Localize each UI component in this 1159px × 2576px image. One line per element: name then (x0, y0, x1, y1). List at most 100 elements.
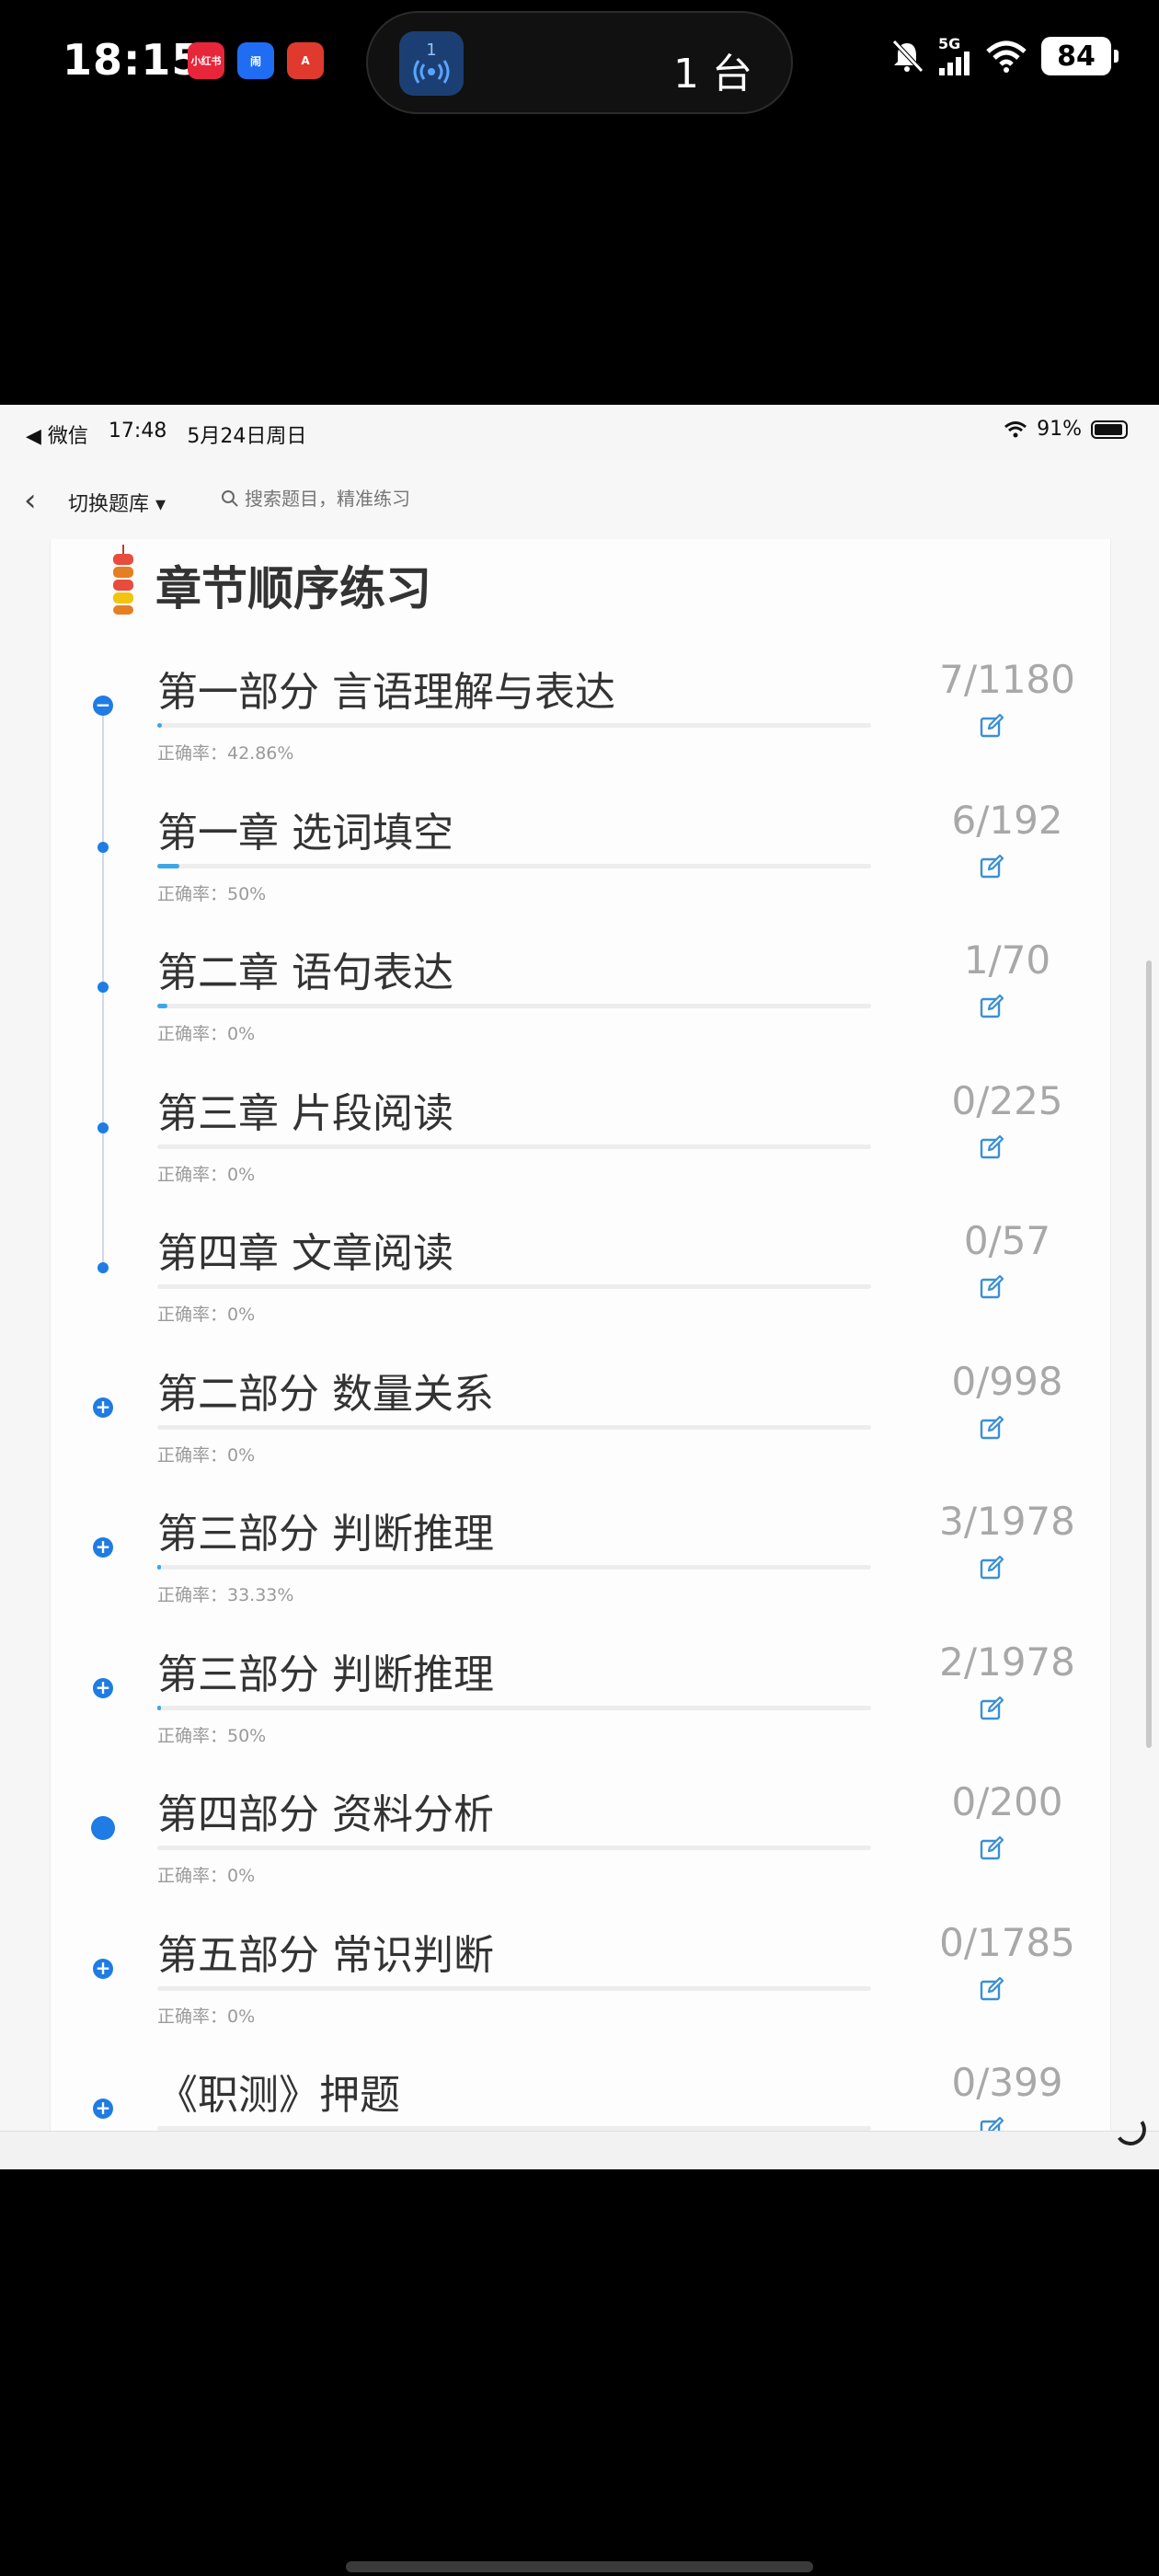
chapter-row[interactable]: 第四部分 资料分析 正确率：0% 0/200 (51, 1770, 1110, 1910)
network-type-label: 5G (938, 35, 961, 52)
inner-battery-icon (1091, 420, 1128, 439)
search-input[interactable] (245, 488, 484, 510)
edit-icon[interactable] (978, 712, 1005, 740)
accuracy-label: 正确率：0% (157, 1305, 256, 1325)
chapter-title[interactable]: 第二章 语句表达 (157, 939, 453, 998)
expand-icon[interactable]: + (93, 1397, 113, 1418)
chapter-row[interactable]: + 第五部分 常识判断 正确率：0% 0/1785 (51, 1911, 1110, 2051)
inner-battery-text: 91% (1037, 418, 1082, 441)
phone-status-bar: 18:15 小红书 闹 A 1 1 台 5G 84 (0, 0, 1159, 129)
edit-icon[interactable] (978, 1273, 1005, 1301)
accuracy-label: 正确率：42.86% (157, 743, 294, 764)
edit-icon[interactable] (978, 1975, 1005, 2003)
section-title: 章节顺序练习 (155, 562, 431, 615)
chapter-title[interactable]: 第四章 文章阅读 (157, 1220, 453, 1279)
chapter-row[interactable]: + 第二部分 数量关系正确率：0% 0/998 (51, 1350, 1110, 1489)
chapter-title[interactable]: 第三章 片段阅读 (157, 1080, 453, 1139)
a-app-icon: A (287, 42, 324, 79)
collapse-icon[interactable]: − (93, 696, 113, 716)
question-count: 6/192 (951, 797, 1063, 843)
node-dot-icon (98, 1262, 109, 1273)
mute-bell-icon (892, 40, 924, 73)
signal-bars-icon (939, 52, 970, 75)
question-count: 7/1180 (939, 657, 1075, 702)
chapter-title[interactable]: 第一章 选词填空 (157, 799, 453, 858)
node-dot-icon (98, 982, 109, 993)
progress-fill (157, 863, 180, 868)
progress-bar (157, 1284, 871, 1289)
search-box[interactable] (221, 488, 484, 510)
question-count: 1/70 (963, 937, 1051, 983)
node-dot-icon[interactable] (91, 1816, 115, 1840)
chapter-title[interactable]: 第二部分 数量关系 (157, 1361, 494, 1420)
accuracy-label: 正确率：33.33% (157, 1585, 294, 1605)
chapter-row[interactable]: 第一章 选词填空正确率：50% 6/192 (51, 788, 1110, 928)
expand-icon[interactable]: + (93, 1677, 113, 1698)
edit-icon[interactable] (978, 1695, 1005, 1722)
home-indicator[interactable] (346, 2561, 813, 2572)
progress-fill (157, 723, 162, 728)
search-icon (222, 490, 238, 507)
accuracy-label: 正确率：0% (157, 1444, 256, 1466)
chapter-title[interactable]: 第三部分 判断推理 (157, 1501, 494, 1559)
accuracy-label: 正确率：50% (157, 1725, 267, 1746)
xiaohongshu-app-icon: 小红书 (188, 42, 224, 79)
edit-icon[interactable] (978, 993, 1005, 1020)
chapter-row[interactable]: + 第三部分 判断推理 正确率：33.33% 3/1978 (51, 1489, 1110, 1629)
progress-fill (157, 1004, 167, 1008)
question-count: 2/1978 (939, 1639, 1075, 1685)
chapter-title[interactable]: 第三部分 判断推理 (157, 1641, 494, 1700)
chapter-practice-card: 章节顺序练习 − 第一部分 言语理解与表达正确率：42.86% 7/1180 第一章 … (50, 539, 1111, 2169)
chapter-row[interactable]: − 第一部分 言语理解与表达正确率：42.86% 7/1180 (51, 648, 1110, 788)
accuracy-label: 正确率：0% (157, 1164, 256, 1185)
switch-bank-dropdown[interactable]: 切换题库 ▾ (68, 488, 166, 517)
accuracy-label: 正确率：50% (157, 883, 267, 904)
dynamic-island[interactable]: 1 1 台 (366, 11, 793, 114)
island-device-count: 1 台 (673, 51, 752, 98)
question-count: 0/399 (951, 2060, 1063, 2105)
alarm-app-icon: 闹 (237, 42, 274, 79)
progress-bar (157, 1565, 871, 1570)
back-icon[interactable]: ‹ (24, 482, 37, 519)
progress-bar (157, 1846, 871, 1850)
node-dot-icon (98, 841, 109, 853)
expand-icon[interactable]: + (93, 2099, 113, 2119)
progress-bar (157, 723, 871, 728)
progress-bar (157, 1004, 871, 1008)
edit-icon[interactable] (978, 1133, 1005, 1161)
chapter-row[interactable]: 第四章 文章阅读 正确率：0% 0/57 (51, 1209, 1110, 1349)
chapter-row[interactable]: 第二章 语句表达 正确率：0% 1/70 (51, 928, 1110, 1068)
edit-icon[interactable] (978, 1554, 1005, 1581)
chapter-title[interactable]: 第五部分 常识判断 (157, 1922, 494, 1981)
bottom-toolbar (0, 2131, 1159, 2169)
top-nav: ‹ 切换题库 ▾ (0, 460, 1159, 539)
inner-time: 17:48 (108, 420, 167, 443)
inner-wifi-icon (1004, 420, 1027, 437)
progress-fill (157, 1565, 161, 1570)
inner-date: 5月24日周日 (187, 425, 307, 448)
expand-icon[interactable]: + (93, 1537, 113, 1558)
island-badge-count: 1 (426, 40, 437, 60)
progress-bar (157, 1985, 871, 1991)
status-icons: 5G 84 (889, 35, 1119, 75)
caret-down-icon: ▾ (149, 493, 166, 516)
chapter-row[interactable]: + 第三部分 判断推理正确率：50% 2/1978 (51, 1630, 1110, 1770)
broadcast-icon: 1 (399, 31, 464, 96)
chapter-title[interactable]: 《职测》押题 (157, 2062, 400, 2121)
question-count: 0/200 (951, 1779, 1063, 1824)
scrollbar[interactable] (1146, 960, 1152, 1748)
chapter-title[interactable]: 第四部分 资料分析 (157, 1781, 494, 1840)
expand-icon[interactable]: + (93, 1958, 113, 1979)
progress-bar (157, 863, 871, 868)
edit-icon[interactable] (978, 1834, 1005, 1862)
edit-icon[interactable] (978, 853, 1005, 880)
question-count: 0/998 (951, 1358, 1063, 1404)
progress-fill (157, 1705, 161, 1710)
wifi-icon (986, 40, 1027, 73)
edit-icon[interactable] (978, 1414, 1005, 1442)
switch-bank-label: 切换题库 (68, 493, 150, 516)
chapter-title[interactable]: 第一部分 言语理解与表达 (157, 659, 615, 718)
question-count: 0/225 (951, 1077, 1063, 1123)
chapter-row[interactable]: 第三章 片段阅读正确率：0% 0/225 (51, 1069, 1110, 1209)
back-to-wechat-link[interactable]: ◀ 微信 (26, 420, 88, 449)
